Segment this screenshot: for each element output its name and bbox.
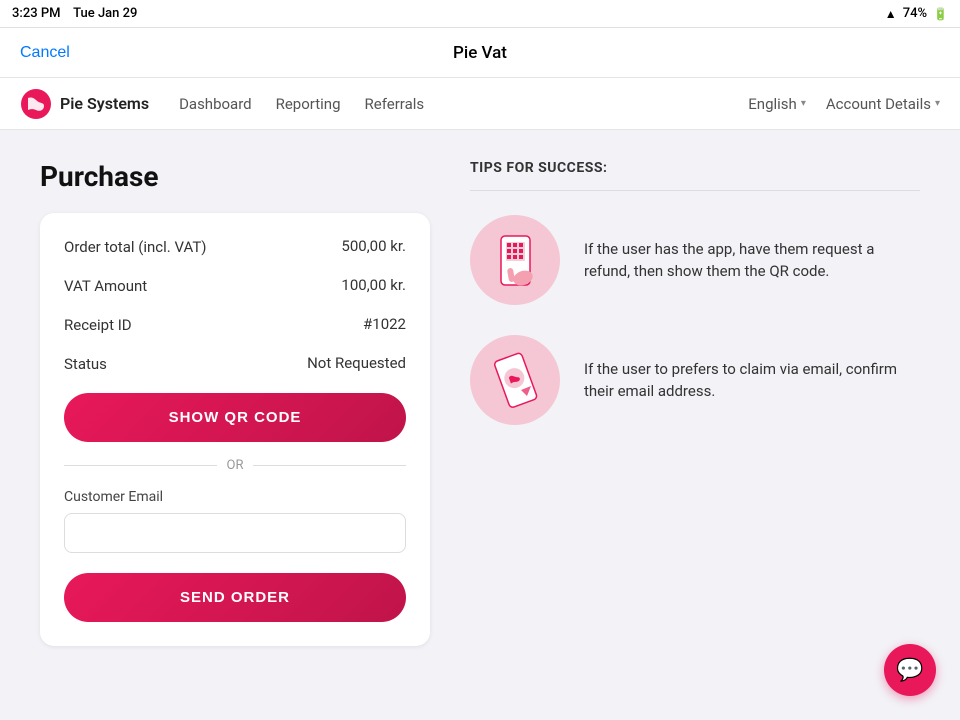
chat-icon: 💬	[896, 658, 923, 683]
battery-icon: 🔋	[933, 7, 948, 21]
status-bar: 3:23 PM Tue Jan 29 ▲ 74% 🔋	[0, 0, 960, 28]
action-bar: Cancel Pie Vat	[0, 28, 960, 78]
brand-logo-icon	[20, 88, 52, 120]
account-details-label: Account Details	[826, 95, 931, 113]
status-indicators: ▲ 74% 🔋	[885, 6, 948, 21]
battery-label: 74%	[903, 6, 927, 21]
tip-qr-icon	[470, 215, 560, 305]
left-column: Purchase Order total (incl. VAT) 500,00 …	[40, 160, 430, 646]
brand: Pie Systems	[20, 88, 149, 120]
language-chevron-icon: ▾	[801, 98, 806, 109]
tip-item-1: If the user has the app, have them reque…	[470, 215, 920, 305]
receipt-id-row: Receipt ID #1022	[64, 315, 406, 336]
show-qr-code-button[interactable]: SHOW QR CODE	[64, 393, 406, 442]
main-content: Purchase Order total (incl. VAT) 500,00 …	[0, 130, 960, 676]
or-line-right	[253, 465, 406, 466]
time-label: 3:23 PM	[12, 6, 61, 21]
status-value: Not Requested	[307, 354, 406, 372]
nav-dashboard[interactable]: Dashboard	[179, 95, 252, 113]
brand-name: Pie Systems	[60, 94, 149, 113]
account-details-chevron-icon: ▾	[935, 98, 940, 109]
language-label: English	[748, 95, 797, 113]
account-details-dropdown[interactable]: Account Details ▾	[826, 95, 940, 113]
tip-text-2: If the user to prefers to claim via emai…	[584, 358, 920, 403]
tip-item-2: If the user to prefers to claim via emai…	[470, 335, 920, 425]
receipt-id-label: Receipt ID	[64, 315, 132, 336]
email-phone-svg	[483, 348, 548, 413]
nav-referrals[interactable]: Referrals	[365, 95, 425, 113]
email-input[interactable]	[64, 513, 406, 553]
qr-phone-svg	[483, 228, 548, 293]
language-dropdown[interactable]: English ▾	[748, 95, 806, 113]
order-total-row: Order total (incl. VAT) 500,00 kr.	[64, 237, 406, 258]
action-bar-title: Pie Vat	[453, 43, 507, 63]
status-label: Status	[64, 354, 107, 375]
navbar: Pie Systems Dashboard Reporting Referral…	[0, 78, 960, 130]
wifi-icon: ▲	[885, 7, 897, 21]
chat-bubble-button[interactable]: 💬	[884, 644, 936, 696]
receipt-id-value: #1022	[363, 315, 406, 333]
page-title: Purchase	[40, 160, 430, 193]
vat-value: 100,00 kr.	[341, 276, 406, 294]
date-label: Tue Jan 29	[73, 6, 137, 21]
status-row: Status Not Requested	[64, 354, 406, 375]
purchase-card: Order total (incl. VAT) 500,00 kr. VAT A…	[40, 213, 430, 646]
tips-section: TIPS FOR SUCCESS:	[470, 160, 920, 646]
send-order-button[interactable]: SEND ORDER	[64, 573, 406, 622]
nav-reporting[interactable]: Reporting	[276, 95, 341, 113]
vat-row: VAT Amount 100,00 kr.	[64, 276, 406, 297]
or-line-left	[64, 465, 217, 466]
tip-text-1: If the user has the app, have them reque…	[584, 238, 920, 283]
vat-label: VAT Amount	[64, 276, 147, 297]
tips-title: TIPS FOR SUCCESS:	[470, 160, 920, 176]
or-label: OR	[227, 458, 244, 473]
tip-email-icon	[470, 335, 560, 425]
order-total-label: Order total (incl. VAT)	[64, 237, 207, 258]
tips-divider	[470, 190, 920, 191]
nav-right: English ▾ Account Details ▾	[748, 95, 940, 113]
order-total-value: 500,00 kr.	[341, 237, 406, 255]
status-time: 3:23 PM Tue Jan 29	[12, 6, 137, 21]
nav-links: Dashboard Reporting Referrals	[179, 95, 748, 113]
email-label: Customer Email	[64, 489, 406, 505]
cancel-button[interactable]: Cancel	[20, 44, 70, 62]
or-divider: OR	[64, 458, 406, 473]
